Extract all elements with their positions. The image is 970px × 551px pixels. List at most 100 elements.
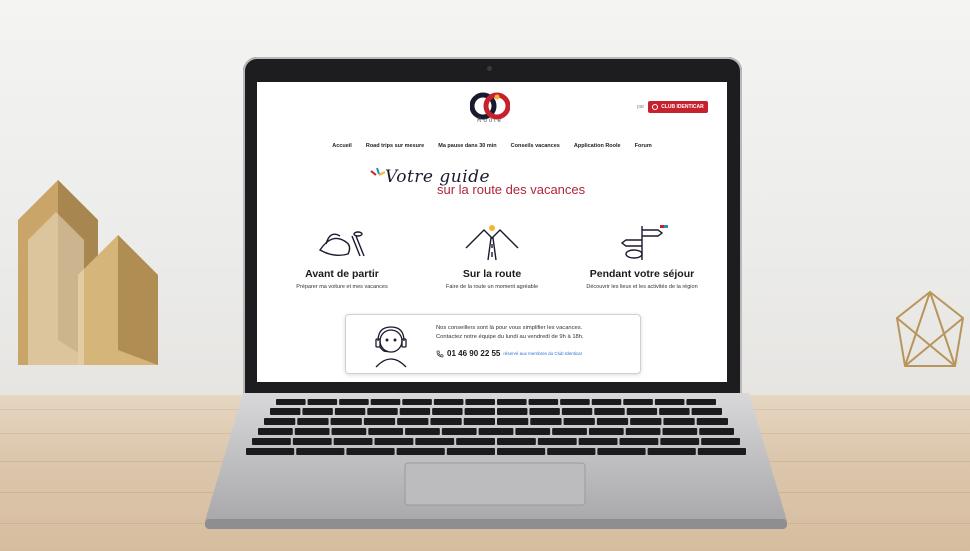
nav-conseils[interactable]: Conseils vacances bbox=[511, 143, 560, 149]
keyboard-key[interactable] bbox=[701, 438, 740, 445]
keyboard-key[interactable] bbox=[363, 418, 396, 425]
column-subtitle: Découvrir les lieux et les activités de … bbox=[586, 284, 698, 290]
main-nav: Accueil Road trips sur mesure Ma pause d… bbox=[257, 143, 727, 149]
keyboard-key[interactable] bbox=[597, 448, 646, 455]
keyboard-key[interactable] bbox=[691, 408, 722, 415]
keyboard-key[interactable] bbox=[296, 448, 345, 455]
keyboard-key[interactable] bbox=[339, 399, 369, 405]
keyboard-key[interactable] bbox=[441, 428, 477, 435]
nav-road-trips[interactable]: Road trips sur mesure bbox=[366, 143, 424, 149]
keyboard-key[interactable] bbox=[537, 438, 577, 445]
keyboard-key[interactable] bbox=[331, 428, 367, 435]
keyboard-key[interactable] bbox=[663, 418, 695, 425]
keyboard-key[interactable] bbox=[697, 448, 746, 455]
keyboard-key[interactable] bbox=[465, 399, 495, 405]
keyboard-key[interactable] bbox=[497, 408, 528, 415]
keyboard-key[interactable] bbox=[659, 408, 690, 415]
hero-title-line2: sur la route des vacances bbox=[437, 182, 586, 197]
keyboard-key[interactable] bbox=[660, 438, 700, 445]
nav-application[interactable]: Application Roole bbox=[574, 143, 621, 149]
column-pendant-votre-sejour[interactable]: Pendant votre séjour Découvrir les lieux… bbox=[567, 222, 717, 290]
keyboard-key[interactable] bbox=[497, 448, 546, 455]
keyboard-key[interactable] bbox=[647, 448, 696, 455]
keyboard-key[interactable] bbox=[396, 448, 445, 455]
keyboard-key[interactable] bbox=[270, 408, 301, 415]
keyboard-key[interactable] bbox=[630, 418, 662, 425]
keyboard-key[interactable] bbox=[370, 399, 401, 405]
keyboard-key[interactable] bbox=[619, 438, 659, 445]
keyboard-key[interactable] bbox=[563, 418, 595, 425]
keyboard-key[interactable] bbox=[560, 399, 590, 405]
keyboard-key[interactable] bbox=[374, 438, 414, 445]
keyboard-key[interactable] bbox=[258, 428, 293, 435]
keyboard-key[interactable] bbox=[252, 438, 291, 445]
phone-number[interactable]: 01 46 90 22 55 bbox=[447, 349, 500, 358]
keyboard-key[interactable] bbox=[276, 399, 306, 405]
keyboard-key[interactable] bbox=[432, 408, 463, 415]
keyboard-key[interactable] bbox=[623, 399, 653, 405]
signpost-icon bbox=[620, 225, 668, 260]
keyboard-key[interactable] bbox=[399, 408, 431, 415]
keyboard-key[interactable] bbox=[699, 428, 734, 435]
keyboard-key[interactable] bbox=[497, 418, 529, 425]
keyboard-key[interactable] bbox=[478, 428, 514, 435]
keyboard-key[interactable] bbox=[368, 428, 404, 435]
keyboard-key[interactable] bbox=[333, 438, 373, 445]
keyboard-key[interactable] bbox=[302, 408, 333, 415]
keyboard-key[interactable] bbox=[626, 408, 658, 415]
keyboard-key[interactable] bbox=[367, 408, 398, 415]
keyboard-key[interactable] bbox=[561, 408, 593, 415]
keyboard-key[interactable] bbox=[625, 428, 661, 435]
keyboard-key[interactable] bbox=[330, 418, 362, 425]
trackpad[interactable] bbox=[404, 462, 586, 506]
keyboard-key[interactable] bbox=[402, 399, 432, 405]
column-sur-la-route[interactable]: Sur la route Faire de la route un moment… bbox=[417, 222, 567, 290]
keyboard-key[interactable] bbox=[594, 408, 625, 415]
nav-accueil[interactable]: Accueil bbox=[332, 143, 352, 149]
keyboard-key[interactable] bbox=[696, 418, 728, 425]
roole-logo[interactable] bbox=[470, 92, 510, 120]
nav-forum[interactable]: Forum bbox=[635, 143, 652, 149]
keyboard-key[interactable] bbox=[530, 418, 562, 425]
keyboard-key[interactable] bbox=[552, 428, 587, 435]
keyboard-key[interactable] bbox=[346, 448, 395, 455]
keyboard-key[interactable] bbox=[456, 438, 495, 445]
keyboard-key[interactable] bbox=[528, 399, 559, 405]
keyboard-key[interactable] bbox=[578, 438, 618, 445]
club-identicar-button[interactable]: CLUB IDENTICAR bbox=[648, 101, 708, 113]
phone-row[interactable]: 01 46 90 22 55 réservé aux membres du Cl… bbox=[436, 349, 582, 358]
keyboard-key[interactable] bbox=[415, 438, 455, 445]
keyboard-key[interactable] bbox=[686, 399, 716, 405]
keyboard-key[interactable] bbox=[662, 428, 698, 435]
keyboard-key[interactable] bbox=[292, 438, 332, 445]
phone-note[interactable]: réservé aux membres du Club Identicar bbox=[503, 351, 582, 356]
keyboard-key[interactable] bbox=[464, 408, 495, 415]
keyboard-key[interactable] bbox=[497, 438, 536, 445]
keyboard-key[interactable] bbox=[294, 428, 330, 435]
advisor-illustration bbox=[375, 326, 407, 368]
keyboard-key[interactable] bbox=[297, 418, 329, 425]
keyboard-key[interactable] bbox=[497, 399, 527, 405]
nav-ma-pause[interactable]: Ma pause dans 30 min bbox=[438, 143, 496, 149]
keyboard-key[interactable] bbox=[246, 448, 295, 455]
keyboard-key[interactable] bbox=[405, 428, 440, 435]
keyboard-key[interactable] bbox=[529, 408, 560, 415]
keyboard-key[interactable] bbox=[430, 418, 462, 425]
browser-screen: Roole par CLUB IDENTICAR Accueil Road tr… bbox=[257, 82, 727, 382]
keyboard-key[interactable] bbox=[446, 448, 495, 455]
keyboard-key[interactable] bbox=[588, 428, 624, 435]
laptop-base bbox=[205, 393, 787, 529]
keyboard-key[interactable] bbox=[264, 418, 296, 425]
keyboard-key[interactable] bbox=[433, 399, 464, 405]
keyboard-key[interactable] bbox=[463, 418, 495, 425]
keyboard-key[interactable] bbox=[397, 418, 429, 425]
keyboard-key[interactable] bbox=[547, 448, 596, 455]
contact-line1: Nos conseillers sont là pour vous simpli… bbox=[436, 325, 583, 331]
keyboard-key[interactable] bbox=[515, 428, 551, 435]
keyboard-key[interactable] bbox=[334, 408, 366, 415]
keyboard-key[interactable] bbox=[596, 418, 629, 425]
column-avant-de-partir[interactable]: Avant de partir Préparer ma voiture et m… bbox=[267, 222, 417, 290]
keyboard-key[interactable] bbox=[591, 399, 622, 405]
keyboard-key[interactable] bbox=[307, 399, 338, 405]
keyboard-key[interactable] bbox=[654, 399, 685, 405]
